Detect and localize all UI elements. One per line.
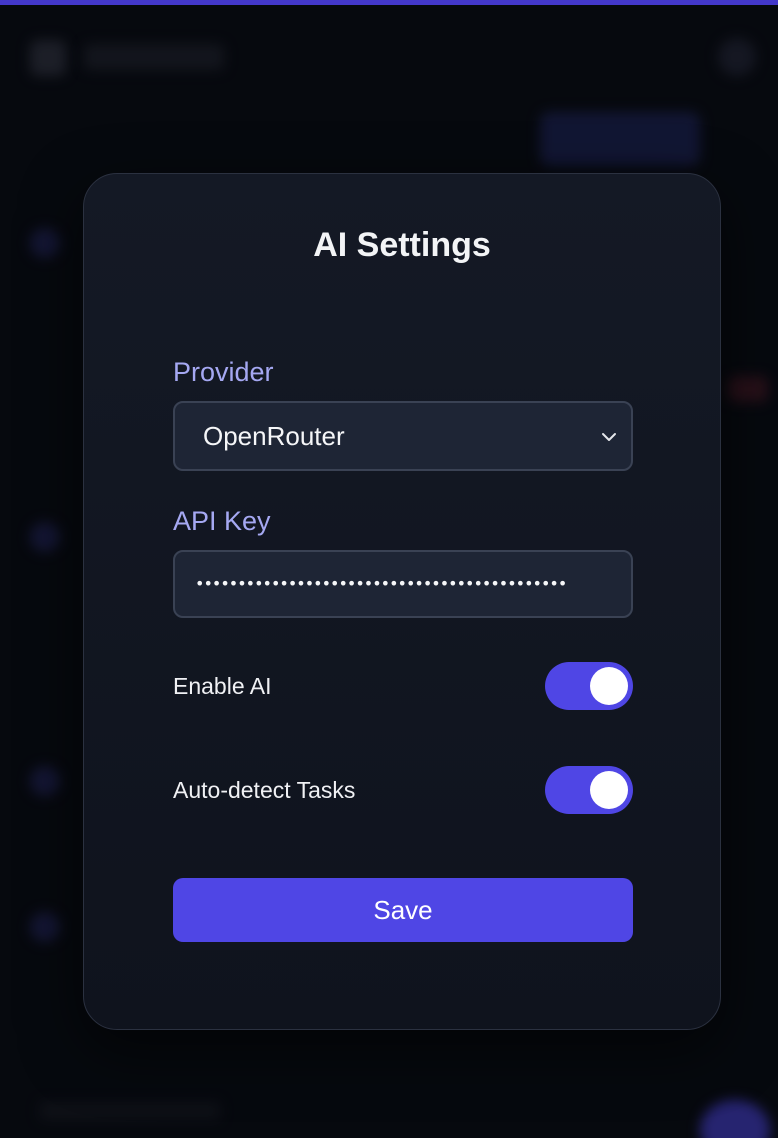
toggle-knob — [590, 771, 628, 809]
top-accent-bar — [0, 0, 778, 5]
save-button[interactable]: Save — [173, 878, 633, 942]
api-key-masked-value: ••••••••••••••••••••••••••••••••••••••••… — [195, 574, 567, 593]
provider-select[interactable]: OpenRouter — [173, 401, 633, 471]
enable-ai-toggle[interactable] — [545, 662, 633, 710]
enable-ai-row: Enable AI — [173, 662, 633, 710]
chevron-down-icon — [602, 433, 616, 441]
ai-settings-modal: AI Settings Provider OpenRouter API Key … — [83, 173, 721, 1030]
auto-detect-tasks-row: Auto-detect Tasks — [173, 766, 633, 814]
api-key-input[interactable]: ••••••••••••••••••••••••••••••••••••••••… — [173, 550, 633, 618]
provider-label: Provider — [173, 357, 274, 387]
modal-title: AI Settings — [313, 226, 491, 264]
auto-detect-tasks-label: Auto-detect Tasks — [173, 777, 356, 803]
api-key-label: API Key — [173, 506, 271, 536]
toggle-knob — [590, 667, 628, 705]
auto-detect-tasks-toggle[interactable] — [545, 766, 633, 814]
enable-ai-label: Enable AI — [173, 673, 272, 699]
provider-select-value: OpenRouter — [203, 421, 345, 451]
